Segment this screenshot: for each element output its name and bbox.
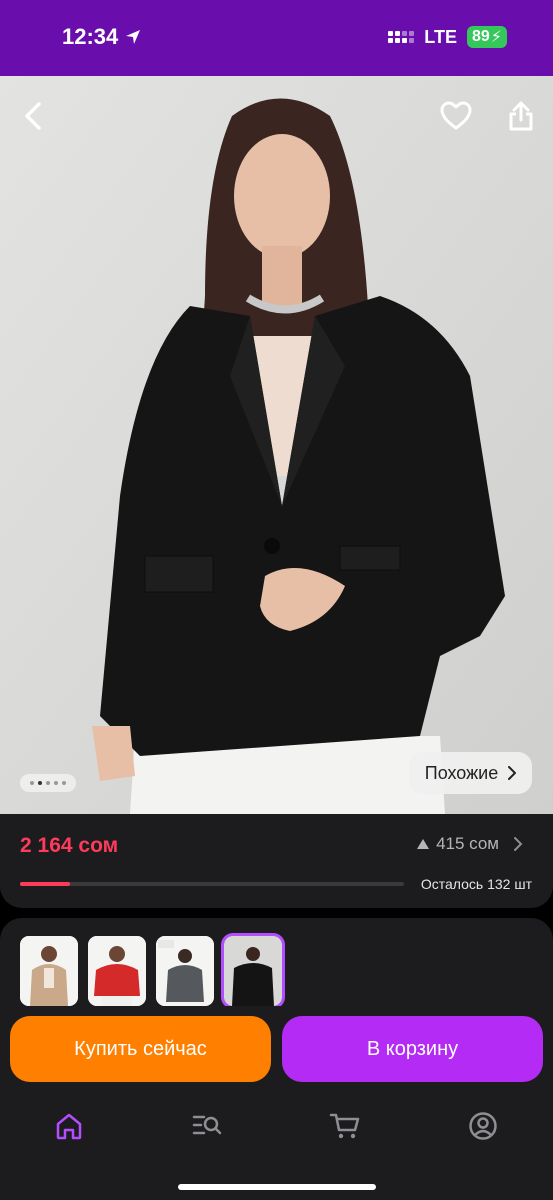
stock-progress-bar	[20, 882, 404, 886]
bottom-tab-bar	[0, 1094, 553, 1200]
similar-label: Похожие	[424, 762, 499, 783]
location-arrow-icon	[126, 30, 141, 44]
clock-text: 12:34	[62, 24, 119, 49]
chevron-right-icon	[508, 766, 517, 780]
stock-remaining: Осталось 132 шт	[420, 876, 532, 892]
home-indicator	[178, 1184, 376, 1190]
variant-thumbnail-gray[interactable]	[156, 936, 214, 1006]
heart-icon	[440, 101, 472, 130]
thumbnail-image	[20, 936, 78, 1006]
home-icon	[56, 1113, 82, 1140]
carousel-dot	[46, 781, 50, 785]
price-change-value: 415 сом	[436, 834, 499, 853]
battery-icon: 89 ⚡	[466, 26, 507, 48]
back-arrow-icon	[25, 102, 41, 130]
carousel-indicator	[20, 774, 76, 792]
variant-selector	[0, 918, 553, 1018]
stock-progress-fill	[20, 882, 70, 886]
network-label: LTE	[424, 26, 457, 47]
purchase-actions: Купить сейчас В корзину	[0, 1006, 553, 1094]
status-bar: 12:34 LTE 89 ⚡	[0, 0, 553, 76]
share-button[interactable]	[497, 92, 545, 140]
thumbnail-image	[224, 936, 282, 1006]
carousel-dot-active	[38, 781, 42, 785]
thumbnail-image	[88, 936, 146, 1006]
product-image-carousel[interactable]: Похожие	[0, 76, 553, 814]
current-price: 2 164 сом	[20, 834, 119, 857]
price-change[interactable]: 415 сом	[416, 834, 523, 854]
profile-icon	[469, 1112, 497, 1140]
tab-home[interactable]	[49, 1108, 89, 1144]
carousel-dot	[54, 781, 58, 785]
carousel-dot	[62, 781, 66, 785]
tab-catalog[interactable]	[187, 1108, 227, 1144]
thumbnail-image	[156, 936, 214, 1006]
variant-thumbnail-red[interactable]	[88, 936, 146, 1006]
status-time: 12:34	[62, 24, 142, 50]
triangle-up-icon	[417, 839, 430, 849]
tab-profile[interactable]	[463, 1108, 503, 1144]
buy-now-button[interactable]: Купить сейчас	[10, 1016, 271, 1082]
favorite-button[interactable]	[432, 92, 480, 140]
similar-button[interactable]: Похожие	[409, 752, 532, 794]
tab-cart[interactable]	[325, 1108, 365, 1144]
product-photo	[0, 76, 553, 814]
chevron-right-icon	[514, 837, 523, 851]
cart-icon	[329, 1113, 360, 1139]
add-to-cart-button[interactable]: В корзину	[282, 1016, 543, 1082]
variant-thumbnail-beige[interactable]	[20, 936, 78, 1006]
carousel-dot	[30, 781, 34, 785]
signal-icon	[388, 31, 415, 43]
variant-thumbnail-black[interactable]	[221, 933, 285, 1009]
back-button[interactable]	[10, 92, 58, 140]
price-panel: 2 164 сом 415 сом Осталось 132 шт	[0, 814, 553, 908]
battery-level: 89	[471, 28, 490, 45]
share-icon	[509, 101, 533, 131]
status-indicators: LTE 89 ⚡	[388, 26, 507, 48]
catalog-search-icon	[192, 1115, 222, 1135]
